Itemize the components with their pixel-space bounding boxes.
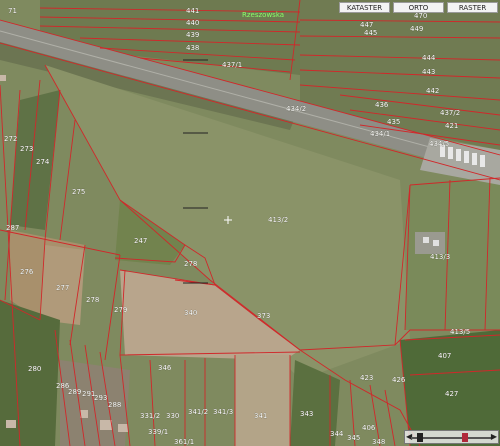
parcel-label: 426 [392,376,406,384]
parcel-label: 278 [184,260,197,268]
road-label: Rzeszowska [242,11,284,19]
zoom-handle-secondary[interactable] [462,433,468,442]
facility-roof [423,237,429,243]
parcel-label: 440 [186,19,199,27]
layer-toolbar: KATASTER ORTO RASTER [339,2,498,13]
zoom-in-arrow-icon[interactable]: ▶ [491,432,497,442]
parcel-label: 407 [438,352,451,360]
parcel-label: 437/2 [440,109,460,117]
parcel-label: 341/3 [213,408,233,416]
parcel-label: 287 [6,224,19,232]
parcel-label: 288 [108,401,121,409]
parcel-label: 275 [72,188,85,196]
parcel-label: 331/2 [140,412,160,420]
parcel-label: 345 [347,434,360,442]
parcel-label: 435 [387,118,400,126]
kataster-button[interactable]: KATASTER [339,2,390,13]
zoom-handle[interactable] [417,433,423,442]
parcel-label: 274 [36,158,50,166]
parcel-label: 423 [360,374,373,382]
parcel-label: 340 [184,309,197,317]
parcel-label: 280 [28,365,41,373]
parcel-label: 406 [362,424,376,432]
parcel-label: 339/1 [148,428,168,436]
small-facility [415,232,445,254]
green-field-south-east [400,330,500,446]
parcel-label: 441 [186,7,199,15]
parcel-label: 449 [410,25,423,33]
parcel-label: 330 [166,412,179,420]
parcel-label: 344 [330,430,344,438]
parcel-label: 413/3 [430,253,450,261]
parcel-label: 293 [94,394,107,402]
parcel-label: 276 [20,268,34,276]
plowed-field-341 [235,355,290,446]
parcel-label: 346 [158,364,172,372]
parcel-label: 470 [414,12,427,20]
parcel-label: 272 [4,135,17,143]
parcel-label: 361/1 [174,438,194,446]
parcel-label: 442 [426,87,439,95]
parcel-label: 443 [422,68,435,76]
parcel-label: 413/2 [268,216,288,224]
parcel-label: 427 [445,390,458,398]
parcel-label: 71 [8,7,17,15]
zoom-track[interactable] [411,437,492,439]
zoom-slider[interactable]: ◀ ▶ [404,430,499,444]
parcel-label: 277 [56,284,69,292]
parcel-label: 273 [20,145,33,153]
raster-button[interactable]: RASTER [447,2,498,13]
parcel-label: 413/5 [450,328,470,336]
parcel-label: 289 [68,388,81,396]
parcel-label: 373 [257,312,270,320]
parcel-label: 434/1 [370,130,390,138]
parcel-label: 436 [375,101,389,109]
parcel-label: 437/1 [222,61,242,69]
parcel-label: 348 [372,438,385,446]
parcel-label: 447 [360,21,373,29]
parcel-label: 278 [86,296,99,304]
parcel-label: 444 [422,54,436,62]
parcel-label: 421 [445,122,458,130]
parcel-label: 438 [186,44,199,52]
parcel-label: 343 [300,410,313,418]
parcel-label: 439 [186,31,199,39]
parcel-label: 279 [114,306,127,314]
parcel-label: 247 [134,237,147,245]
parcel-label: 341 [254,412,267,420]
orto-button[interactable]: ORTO [393,2,444,13]
parcel-label: 434/2 [286,105,306,113]
facility-roof [433,240,439,246]
parcel-label: 434/5 [429,140,449,148]
parcel-label: 445 [364,29,377,37]
parcel-label: 341/2 [188,408,208,416]
cadastral-map[interactable]: Rzeszowska 441 440 439 438 447 445 449 4… [0,0,500,446]
